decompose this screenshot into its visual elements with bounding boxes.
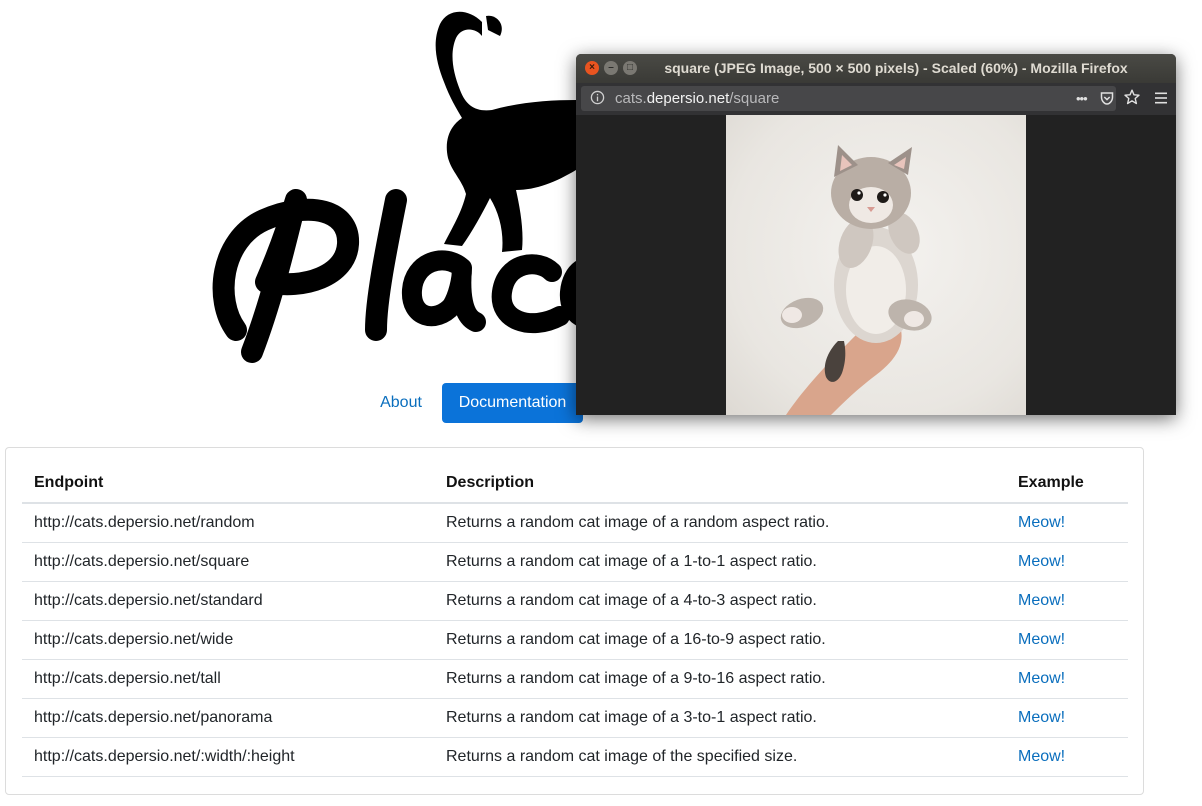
url-text[interactable]: cats.depersio.net/square (615, 86, 779, 111)
column-header-endpoint: Endpoint (22, 464, 434, 504)
example-cell: Meow! (1006, 659, 1128, 699)
table-row: http://cats.depersio.net/wide Returns a … (22, 620, 1128, 660)
description-cell: Returns a random cat image of a random a… (434, 503, 1006, 543)
pocket-icon[interactable] (1100, 92, 1114, 105)
meow-link[interactable]: Meow! (1018, 670, 1065, 687)
description-cell: Returns a random cat image of a 3-to-1 a… (434, 698, 1006, 738)
meow-link[interactable]: Meow! (1018, 709, 1065, 726)
example-cell: Meow! (1006, 620, 1128, 660)
column-header-description: Description (434, 464, 1006, 504)
info-icon[interactable] (590, 90, 605, 105)
endpoint-cell: http://cats.depersio.net/panorama (22, 698, 434, 738)
table-row: http://cats.depersio.net/random Returns … (22, 503, 1128, 543)
endpoint-cell: http://cats.depersio.net/:width/:height (22, 737, 434, 777)
description-cell: Returns a random cat image of the specif… (434, 737, 1006, 777)
example-cell: Meow! (1006, 737, 1128, 777)
meow-link[interactable]: Meow! (1018, 553, 1065, 570)
endpoint-cell: http://cats.depersio.net/tall (22, 659, 434, 699)
endpoints-table: Endpoint Description Example http://cats… (22, 464, 1128, 777)
table-header-row: Endpoint Description Example (22, 464, 1128, 504)
browser-toolbar: cats.depersio.net/square ••• (576, 83, 1176, 116)
column-header-example: Example (1006, 464, 1128, 504)
meow-link[interactable]: Meow! (1018, 631, 1065, 648)
meow-link[interactable]: Meow! (1018, 748, 1065, 765)
page-actions-menu-icon[interactable]: ••• (1076, 86, 1088, 111)
description-cell: Returns a random cat image of a 16-to-9 … (434, 620, 1006, 660)
hamburger-menu-icon[interactable] (1154, 91, 1168, 105)
endpoint-cell: http://cats.depersio.net/square (22, 542, 434, 582)
url-bar[interactable]: cats.depersio.net/square ••• (581, 86, 1116, 111)
example-cell: Meow! (1006, 698, 1128, 738)
endpoints-card: Endpoint Description Example http://cats… (5, 447, 1144, 795)
table-row: http://cats.depersio.net/panorama Return… (22, 698, 1128, 738)
table-row: http://cats.depersio.net/:width/:height … (22, 737, 1128, 777)
image-viewer (576, 115, 1176, 415)
description-cell: Returns a random cat image of a 4-to-3 a… (434, 581, 1006, 621)
url-path: /square (729, 90, 780, 107)
table-row: http://cats.depersio.net/square Returns … (22, 542, 1128, 582)
meow-link[interactable]: Meow! (1018, 514, 1065, 531)
endpoint-cell: http://cats.depersio.net/standard (22, 581, 434, 621)
table-row: http://cats.depersio.net/tall Returns a … (22, 659, 1128, 699)
window-title: square (JPEG Image, 500 × 500 pixels) - … (664, 60, 1128, 76)
example-cell: Meow! (1006, 542, 1128, 582)
endpoint-cell: http://cats.depersio.net/wide (22, 620, 434, 660)
window-titlebar[interactable]: × – □ square (JPEG Image, 500 × 500 pixe… (576, 54, 1176, 83)
endpoint-cell: http://cats.depersio.net/random (22, 503, 434, 543)
description-cell: Returns a random cat image of a 9-to-16 … (434, 659, 1006, 699)
nav-about-link[interactable]: About (370, 383, 432, 423)
firefox-window: × – □ square (JPEG Image, 500 × 500 pixe… (576, 54, 1176, 415)
table-row: http://cats.depersio.net/standard Return… (22, 581, 1128, 621)
placecats-logo (212, 11, 620, 363)
meow-link[interactable]: Meow! (1018, 592, 1065, 609)
description-cell: Returns a random cat image of a 1-to-1 a… (434, 542, 1006, 582)
url-host: depersio.net (646, 90, 730, 107)
nav-documentation-button[interactable]: Documentation (442, 383, 583, 423)
example-cell: Meow! (1006, 503, 1128, 543)
example-cell: Meow! (1006, 581, 1128, 621)
kitten-photo[interactable] (726, 115, 1026, 415)
url-prefix: cats. (615, 90, 647, 107)
star-icon[interactable] (1124, 89, 1140, 105)
